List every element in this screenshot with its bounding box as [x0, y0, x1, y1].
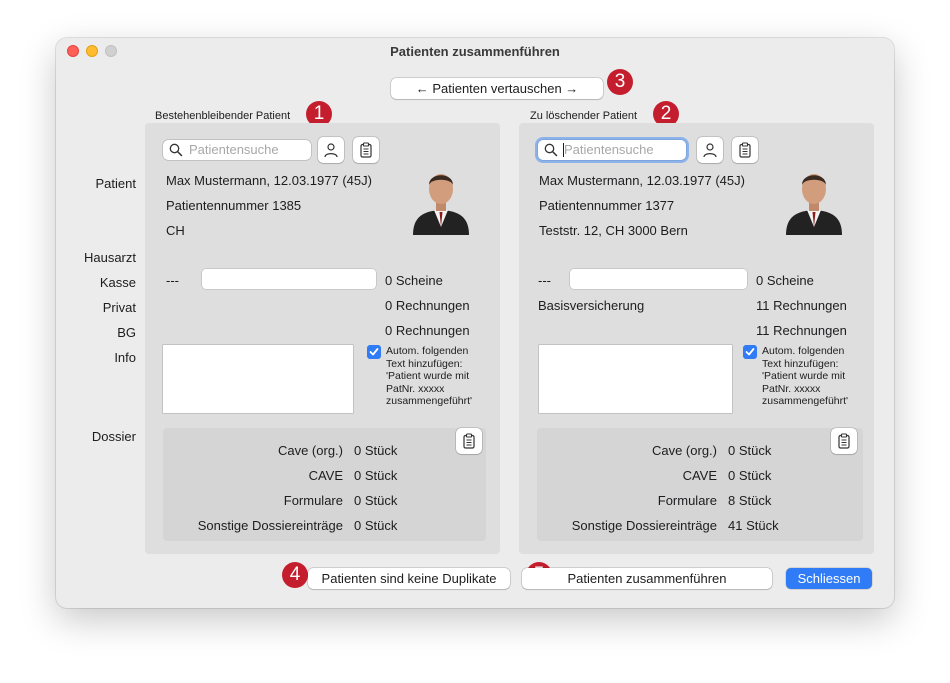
badge-4: 4: [282, 562, 308, 588]
right-kasse-field[interactable]: [570, 269, 747, 289]
close-button[interactable]: Schliessen: [786, 568, 872, 589]
search-placeholder: Patientensuche: [189, 142, 279, 157]
swap-patients-button[interactable]: ← Patienten vertauschen →: [391, 78, 603, 99]
row-label-hausarzt: Hausarzt: [83, 250, 136, 265]
right-auto-text-label: Autom. folgenden Text hinzufügen: 'Patient…: [762, 345, 849, 407]
right-info-textarea[interactable]: [539, 345, 732, 413]
dossier-value: 0 Stück: [728, 443, 772, 458]
right-dossier-clipboard-button[interactable]: [831, 428, 857, 454]
merge-patients-window: Patienten zusammenführen ← Patienten ver…: [56, 38, 894, 608]
row-label-bg: BG: [117, 325, 136, 340]
dossier-value: 0 Stück: [354, 468, 398, 483]
row-label-info: Info: [114, 350, 136, 365]
dossier-label: Sonstige Dossiereinträge: [197, 518, 343, 533]
left-patient-number: Patientennummer 1385: [166, 198, 302, 213]
right-bg-invoices: 11 Rechnungen: [756, 323, 847, 338]
left-auto-text-label: Autom. folgenden Text hinzufügen: 'Patient…: [386, 345, 473, 407]
clipboard-icon: [739, 142, 751, 158]
dossier-value: 8 Stück: [728, 493, 772, 508]
left-clipboard-button[interactable]: [353, 137, 379, 163]
dossier-value: 0 Stück: [354, 518, 398, 533]
left-dossier-box: Cave (org.) 0 Stück CAVE 0 Stück Formula…: [163, 428, 486, 541]
no-duplicates-button[interactable]: Patienten sind keine Duplikate: [308, 568, 510, 589]
dossier-label: CAVE: [682, 468, 717, 483]
dossier-value: 0 Stück: [728, 468, 772, 483]
right-search-input[interactable]: Patientensuche: [538, 140, 686, 160]
dossier-label: Cave (org.): [651, 443, 717, 458]
left-search-input[interactable]: Patientensuche: [163, 140, 311, 160]
left-patient-panel: Patientensuche Max Mustermann, 12.03.197…: [145, 123, 500, 554]
clipboard-icon: [838, 433, 850, 449]
clipboard-icon: [463, 433, 475, 449]
checkmark-icon: [369, 348, 379, 356]
dossier-label: Cave (org.): [277, 443, 343, 458]
person-icon: [703, 143, 717, 158]
right-panel-heading: Zu löschender Patient: [530, 110, 638, 122]
right-dossier-box: Cave (org.) 0 Stück CAVE 0 Stück Formula…: [537, 428, 863, 541]
search-icon: [544, 143, 558, 157]
left-bg-invoices: 0 Rechnungen: [385, 323, 470, 338]
right-privat-invoices: 11 Rechnungen: [756, 298, 847, 313]
left-panel-heading: Bestehenbleibender Patient: [155, 110, 291, 122]
clipboard-icon: [360, 142, 372, 158]
right-patient-avatar: [786, 174, 842, 235]
window-title: Patienten zusammenführen: [390, 44, 560, 59]
merge-patients-button[interactable]: Patienten zusammenführen: [522, 568, 772, 589]
left-person-button[interactable]: [318, 137, 344, 163]
dossier-label: Sonstige Dossiereinträge: [571, 518, 717, 533]
row-label-patient: Patient: [95, 176, 136, 191]
left-patient-name: Max Mustermann, 12.03.1977 (45J): [166, 173, 372, 188]
right-auto-text-checkbox[interactable]: [743, 345, 757, 359]
left-patient-address: CH: [166, 223, 185, 238]
dossier-label: Formulare: [657, 493, 717, 508]
right-patient-number: Patientennummer 1377: [539, 198, 675, 213]
right-kasse-value: ---: [538, 273, 551, 288]
row-label-kasse: Kasse: [99, 275, 136, 290]
dossier-label: CAVE: [308, 468, 343, 483]
person-icon: [324, 143, 338, 158]
checkmark-icon: [745, 348, 755, 356]
right-patient-name: Max Mustermann, 12.03.1977 (45J): [539, 173, 745, 188]
title-bar: Patienten zusammenführen: [56, 38, 894, 64]
row-label-dossier: Dossier: [91, 429, 136, 444]
badge-3: 3: [607, 69, 633, 95]
dossier-value: 0 Stück: [354, 493, 398, 508]
left-auto-text-checkbox[interactable]: [367, 345, 381, 359]
search-placeholder: Patientensuche: [564, 142, 654, 157]
dossier-value: 41 Stück: [728, 518, 779, 533]
left-info-textarea[interactable]: [163, 345, 353, 413]
left-kasse-field[interactable]: [202, 269, 376, 289]
right-scheine-count: 0 Scheine: [756, 273, 814, 288]
right-patient-address: Teststr. 12, CH 3000 Bern: [539, 223, 688, 238]
left-dossier-clipboard-button[interactable]: [456, 428, 482, 454]
dossier-label: Formulare: [283, 493, 343, 508]
left-scheine-count: 0 Scheine: [385, 273, 443, 288]
right-person-button[interactable]: [697, 137, 723, 163]
left-patient-avatar: [413, 174, 469, 235]
right-patient-panel: Patientensuche Max Mustermann, 12.03.197…: [519, 123, 874, 554]
left-privat-invoices: 0 Rechnungen: [385, 298, 470, 313]
search-icon: [169, 143, 183, 157]
right-kasse-insurance: Basisversicherung: [538, 298, 645, 313]
left-kasse-value: ---: [166, 273, 179, 288]
right-clipboard-button[interactable]: [732, 137, 758, 163]
row-label-privat: Privat: [102, 300, 136, 315]
dossier-value: 0 Stück: [354, 443, 398, 458]
